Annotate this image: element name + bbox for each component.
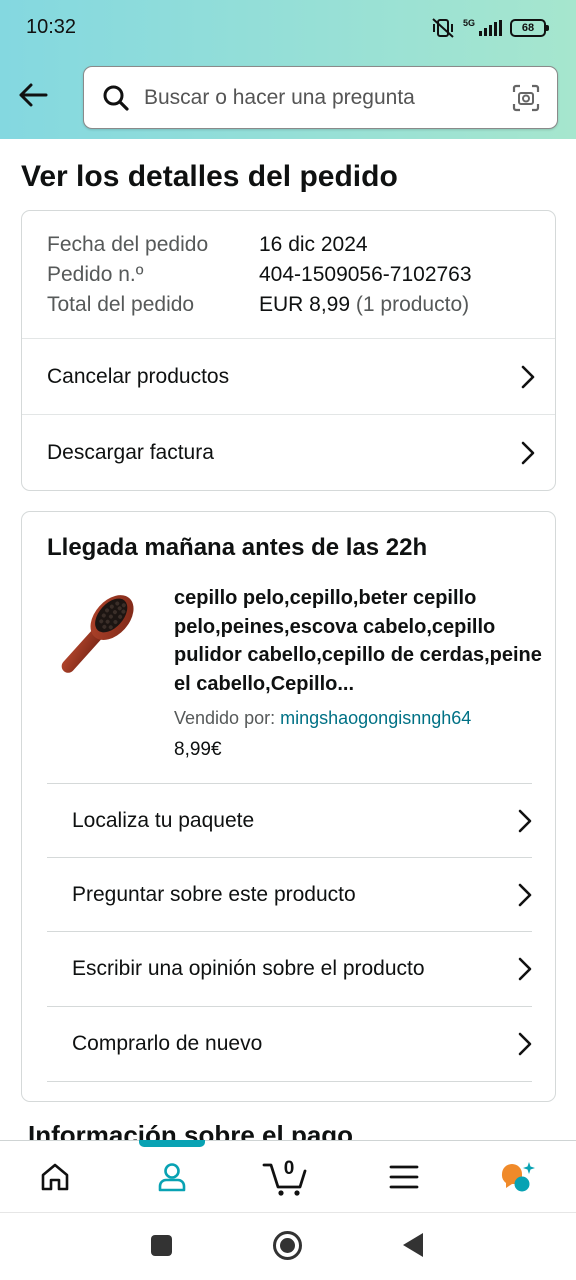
home-icon <box>41 1163 69 1191</box>
status-time: 10:32 <box>26 16 77 38</box>
product-title-link[interactable]: cepillo pelo,cepillo,beter cepillo pelo,… <box>174 584 544 698</box>
order-total-amount: EUR 8,99 <box>259 293 351 316</box>
track-package-button[interactable]: Localiza tu paquete <box>47 784 532 858</box>
divider <box>47 1081 532 1082</box>
track-package-label: Localiza tu paquete <box>72 809 255 832</box>
write-review-button[interactable]: Escribir una opinión sobre el producto <box>47 932 532 1006</box>
search-bar[interactable] <box>83 66 558 129</box>
back-triangle-icon[interactable] <box>401 1232 425 1258</box>
camera-scan-icon[interactable] <box>511 83 541 113</box>
page-title: Ver los detalles del pedido <box>21 160 398 193</box>
search-icon[interactable] <box>102 84 130 112</box>
hair-brush-product-image[interactable] <box>42 580 152 690</box>
top-bar: 10:32 5G 68 <box>0 0 576 139</box>
arrow-left-icon[interactable] <box>16 78 50 112</box>
home-circle-icon[interactable] <box>272 1230 303 1261</box>
nav-home[interactable] <box>15 1141 95 1213</box>
system-nav-bar <box>0 1212 576 1280</box>
seller-link[interactable]: mingshaogongisnngh64 <box>280 708 471 728</box>
download-invoice-label: Descargar factura <box>47 440 214 464</box>
seller-info: Vendido por: mingshaogongisnngh64 <box>174 708 471 729</box>
write-review-label: Escribir una opinión sobre el producto <box>72 957 425 980</box>
order-number-row: Pedido n.º 404-1509056-7102763 <box>47 260 472 290</box>
chevron-right-icon <box>521 365 535 388</box>
order-date-label: Fecha del pedido <box>47 233 209 256</box>
order-number-label: Pedido n.º <box>47 263 144 286</box>
order-number-value: 404-1509056-7102763 <box>259 263 472 286</box>
rufus-assistant-icon <box>501 1162 535 1192</box>
buy-again-label: Comprarlo de nuevo <box>72 1032 263 1055</box>
nav-rufus[interactable] <box>478 1141 558 1213</box>
battery-icon: 68 <box>510 19 549 37</box>
cancel-products-button[interactable]: Cancelar productos <box>22 339 555 414</box>
chevron-right-icon <box>521 441 535 464</box>
arrival-heading: Llegada mañana antes de las 22h <box>47 534 428 561</box>
order-item-count: (1 producto) <box>355 293 470 316</box>
seller-label: Vendido por: <box>174 708 276 728</box>
signal-icon <box>479 20 502 36</box>
mute-vibrate-icon <box>432 18 454 38</box>
chevron-right-icon <box>518 883 532 907</box>
cancel-products-label: Cancelar productos <box>47 364 230 388</box>
order-total-value: EUR 8,99 (1 producto) <box>259 290 469 320</box>
ask-about-product-button[interactable]: Preguntar sobre este producto <box>47 858 532 932</box>
menu-icon <box>389 1165 419 1189</box>
order-total-row: Total del pedido EUR 8,99 (1 producto) <box>47 290 469 320</box>
active-tab-indicator <box>139 1140 205 1147</box>
shipment-card: Llegada mañana antes de las 22h cepillo … <box>21 511 556 1102</box>
chevron-right-icon <box>518 1032 532 1056</box>
order-summary-card: Fecha del pedido 16 dic 2024 Pedido n.º … <box>21 210 556 491</box>
status-bar: 10:32 5G 68 <box>0 0 576 56</box>
account-icon <box>158 1163 186 1192</box>
search-input[interactable] <box>144 67 504 128</box>
status-icons: 5G 68 <box>431 16 549 40</box>
bottom-nav: 0 <box>0 1140 576 1212</box>
network-type: 5G <box>462 17 475 28</box>
nav-account[interactable] <box>132 1141 212 1213</box>
order-total-label: Total del pedido <box>47 293 195 316</box>
order-date-value: 16 dic 2024 <box>259 233 368 256</box>
nav-menu[interactable] <box>364 1141 444 1213</box>
chevron-right-icon <box>518 957 532 981</box>
chevron-right-icon <box>518 809 532 833</box>
download-invoice-button[interactable]: Descargar factura <box>22 415 555 490</box>
nav-cart[interactable]: 0 <box>245 1141 325 1213</box>
order-date-row: Fecha del pedido 16 dic 2024 <box>47 230 368 260</box>
cart-count: 0 <box>283 1158 295 1179</box>
recents-square-icon[interactable] <box>150 1234 173 1257</box>
ask-about-product-label: Preguntar sobre este producto <box>72 883 356 906</box>
product-price: 8,99€ <box>174 739 222 760</box>
battery-level: 68 <box>521 22 535 34</box>
buy-again-button[interactable]: Comprarlo de nuevo <box>47 1007 532 1081</box>
